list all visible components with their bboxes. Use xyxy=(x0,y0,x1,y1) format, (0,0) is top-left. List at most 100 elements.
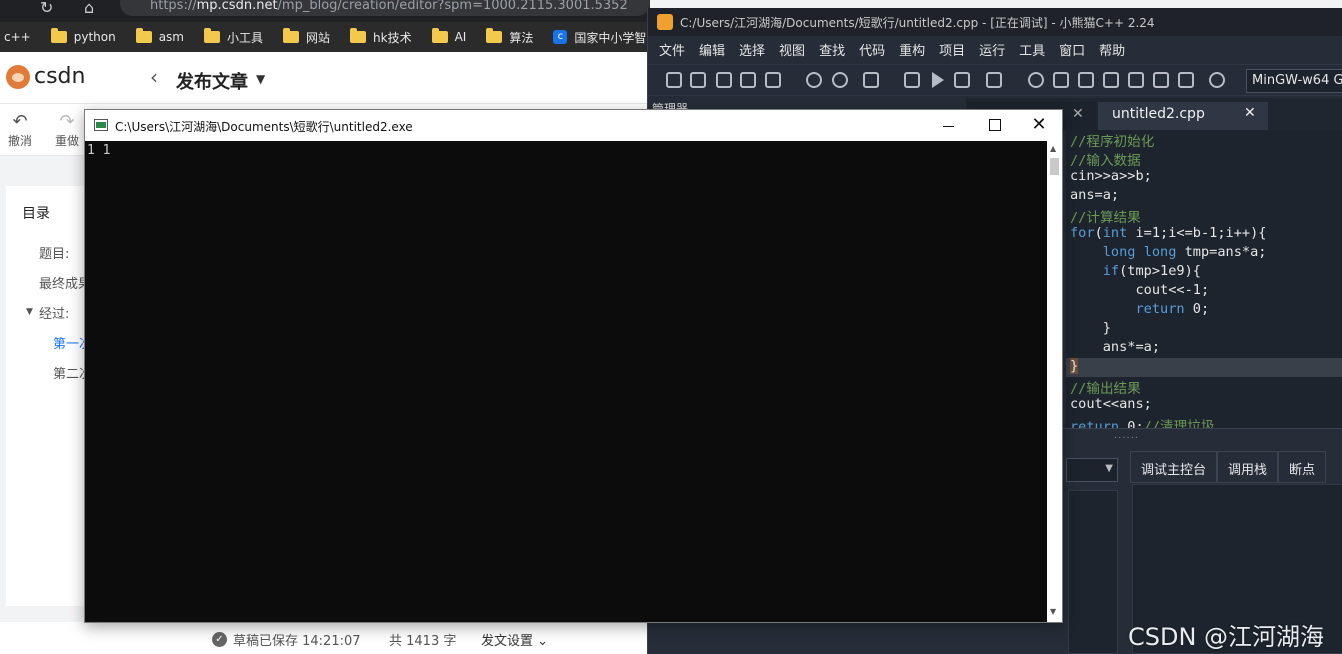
menu-project[interactable]: 项目 xyxy=(939,40,965,59)
close-icon[interactable]: ✕ xyxy=(1072,106,1084,122)
debug-icon[interactable] xyxy=(1028,72,1044,88)
options-icon[interactable] xyxy=(986,72,1002,88)
bookmark-python[interactable]: python xyxy=(50,28,116,44)
menu-tools[interactable]: 工具 xyxy=(1019,40,1045,59)
menu-code[interactable]: 代码 xyxy=(859,40,885,59)
debug-watch-list[interactable] xyxy=(1068,490,1118,654)
debug-select[interactable]: ▼ xyxy=(1066,458,1118,482)
code-line-current: } xyxy=(1066,358,1342,377)
menu-select[interactable]: 选择 xyxy=(739,40,765,59)
redo-button[interactable]: ↷ 重做 xyxy=(47,112,87,149)
bookmark-cpp[interactable]: c++ xyxy=(4,30,31,44)
step-into-icon[interactable] xyxy=(1078,72,1094,88)
code-line: ans=a; xyxy=(1070,187,1120,203)
menu-view[interactable]: 视图 xyxy=(779,40,805,59)
watermark: CSDN @江河湖海 xyxy=(1128,623,1325,651)
console-body[interactable]: 1 1 xyxy=(85,141,1047,622)
ide-title-text: C:/Users/江河湖海/Documents/短歌行/untitled2.cp… xyxy=(680,16,1155,30)
forward-icon[interactable] xyxy=(832,72,848,88)
bookmark-label: 算法 xyxy=(509,30,534,45)
bookmark-asm[interactable]: asm xyxy=(135,28,184,44)
bookmark-algorithms[interactable]: 算法 xyxy=(486,28,534,46)
toc-item[interactable]: 题目: xyxy=(39,243,69,262)
chevron-down-icon: ⌄ xyxy=(533,634,549,649)
menu-search[interactable]: 查找 xyxy=(819,40,845,59)
step-out-icon[interactable] xyxy=(1103,72,1119,88)
caret-down-icon[interactable]: ▼ xyxy=(256,72,265,86)
ide-logo-icon xyxy=(657,14,673,30)
minimize-button[interactable] xyxy=(925,110,971,141)
menu-window[interactable]: 窗口 xyxy=(1059,40,1085,59)
tab-debug-console[interactable]: 调试主控台 xyxy=(1130,451,1218,483)
back-chevron-icon[interactable]: ‹ xyxy=(150,65,158,89)
stop-icon[interactable] xyxy=(1178,72,1194,88)
compile-run-icon[interactable] xyxy=(954,72,970,88)
home-icon[interactable]: ⌂ xyxy=(84,0,94,17)
menu-run[interactable]: 运行 xyxy=(979,40,1005,59)
close-button[interactable]: ✕ xyxy=(1016,110,1062,141)
back-icon[interactable] xyxy=(806,72,822,88)
code-line: cout<<ans; xyxy=(1070,396,1152,412)
page-title: 发布文章 xyxy=(176,72,248,93)
tab-breakpoints[interactable]: 断点 xyxy=(1278,451,1327,483)
maximize-button[interactable] xyxy=(971,110,1017,141)
chevron-down-icon: ▼ xyxy=(1105,463,1113,474)
run-icon[interactable] xyxy=(932,72,944,88)
undo-label: 撤消 xyxy=(7,134,32,148)
bookmark-label: 网站 xyxy=(306,30,331,45)
debug-tabs: 调试主控台 调用栈 断点 xyxy=(1130,451,1342,483)
find-icon[interactable] xyxy=(863,72,879,88)
code-comment: //计算结果 xyxy=(1070,210,1141,226)
bookmark-tools[interactable]: 小工具 xyxy=(204,28,263,46)
bookmarks-bar: c++ python asm 小工具 网站 hk技术 AI 算法 c 国家中小学智… xyxy=(0,22,650,52)
continue-icon[interactable] xyxy=(1153,72,1169,88)
url-prefix: https:// xyxy=(150,0,197,13)
scroll-up-icon[interactable]: ▲ xyxy=(1050,144,1056,153)
bookmark-smart-edu[interactable]: c 国家中小学智慧教... xyxy=(553,29,650,46)
add-watch-icon[interactable] xyxy=(1209,72,1225,88)
open-file-icon[interactable] xyxy=(690,72,706,88)
close-icon[interactable]: ✕ xyxy=(1244,105,1256,121)
scroll-thumb[interactable] xyxy=(1050,158,1059,175)
post-settings-button[interactable]: 发文设置 ⌄ xyxy=(481,630,548,649)
code-editor[interactable]: //程序初始化 //输入数据 cin>>a>>b; ans=a; //计算结果 … xyxy=(1066,130,1342,428)
save-all-icon[interactable] xyxy=(740,72,756,88)
undo-button[interactable]: ↶ 撤消 xyxy=(0,112,40,149)
step-over-icon[interactable] xyxy=(1053,72,1069,88)
site-favicon-icon: c xyxy=(553,30,568,44)
csdn-logo[interactable]: csdn xyxy=(6,64,85,89)
menu-file[interactable]: 文件 xyxy=(659,40,685,59)
tab-call-stack[interactable]: 调用栈 xyxy=(1217,451,1279,483)
close-file-icon[interactable] xyxy=(765,72,781,88)
menu-edit[interactable]: 编辑 xyxy=(699,40,725,59)
save-icon[interactable] xyxy=(716,72,732,88)
code-line: long long tmp=ans*a; xyxy=(1102,244,1267,260)
menu-help[interactable]: 帮助 xyxy=(1099,40,1125,59)
save-status: ✓ 草稿已保存 14:21:07 xyxy=(212,630,361,649)
tab-label: untitled2.cpp xyxy=(1112,106,1205,122)
scroll-down-icon[interactable]: ▼ xyxy=(1050,607,1056,616)
bookmark-hk[interactable]: hk技术 xyxy=(350,28,412,46)
bookmark-websites[interactable]: 网站 xyxy=(283,28,331,46)
console-window: C:\Users\江河湖海\Documents\短歌行\untitled2.ex… xyxy=(84,109,1063,623)
compiler-select[interactable]: MinGW-w64 GCC xyxy=(1246,69,1342,93)
console-title: C:\Users\江河湖海\Documents\短歌行\untitled2.ex… xyxy=(115,120,413,134)
console-titlebar[interactable]: C:\Users\江河湖海\Documents\短歌行\untitled2.ex… xyxy=(85,110,1062,141)
drag-handle-icon: ...... xyxy=(1114,430,1140,441)
reload-icon[interactable]: ↻ xyxy=(40,0,53,17)
new-file-icon[interactable] xyxy=(666,72,682,88)
address-bar[interactable]: https://mp.csdn.net/mp_blog/creation/edi… xyxy=(120,0,650,16)
url-path: /mp_blog/creation/editor?spm=1000.2115.3… xyxy=(277,0,628,13)
bookmark-ai[interactable]: AI xyxy=(431,28,466,44)
bookmark-label: 国家中小学智慧教... xyxy=(574,30,650,45)
compile-icon[interactable] xyxy=(904,72,920,88)
caret-down-icon[interactable]: ▼ xyxy=(26,307,33,317)
menu-refactor[interactable]: 重构 xyxy=(899,40,925,59)
tab-untitled2[interactable]: untitled2.cpp ✕ xyxy=(1098,102,1268,130)
code-line: cout<<-1; xyxy=(1070,282,1210,298)
code-line: ans*=a; xyxy=(1070,339,1161,355)
toc-item[interactable]: 经过: xyxy=(39,303,69,322)
bookmark-label: c++ xyxy=(4,30,31,44)
console-scrollbar[interactable]: ▲ ▼ xyxy=(1047,141,1062,622)
run-to-cursor-icon[interactable] xyxy=(1128,72,1144,88)
